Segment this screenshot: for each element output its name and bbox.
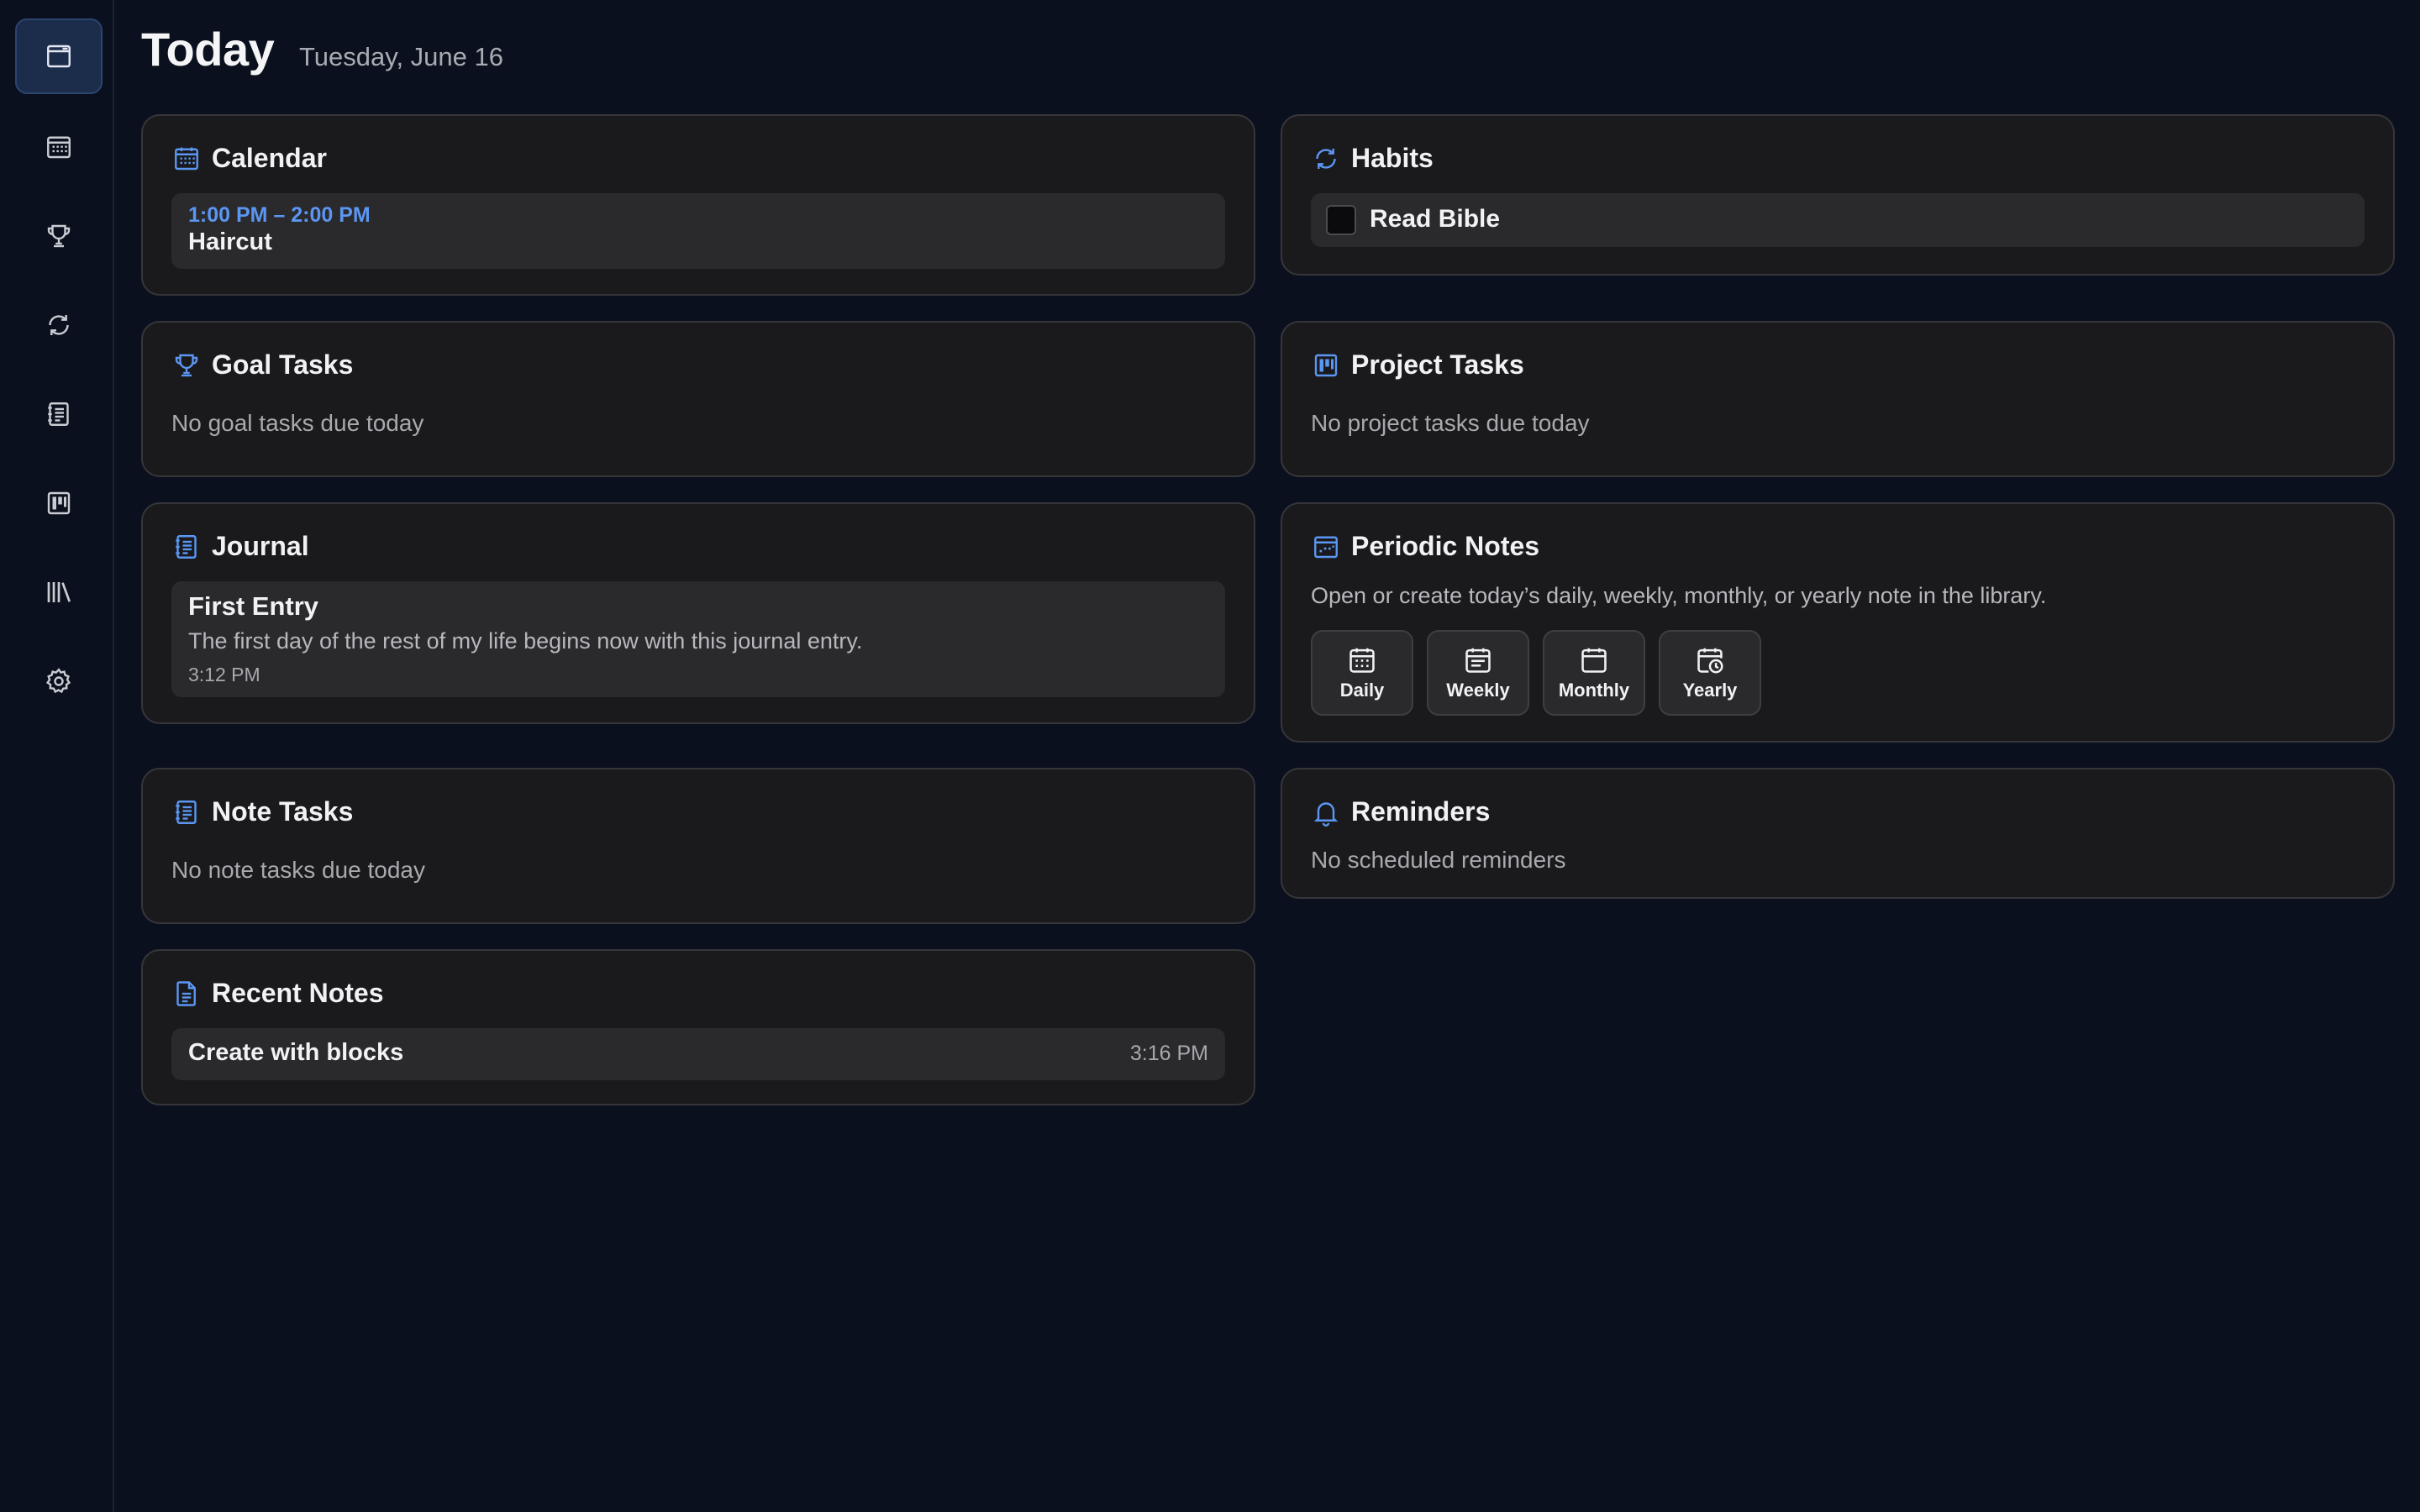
recent-notes-card: Recent Notes Create with blocks 3:16 PM bbox=[141, 949, 1255, 1105]
button-label: Daily bbox=[1339, 680, 1385, 701]
sidebar-item-journal[interactable] bbox=[15, 376, 103, 452]
recent-notes-card-header: Recent Notes bbox=[171, 978, 384, 1009]
sidebar-item-goals[interactable] bbox=[15, 198, 103, 274]
note-tasks-card: Note Tasks No note tasks due today bbox=[141, 768, 1255, 924]
daily-note-button[interactable]: Daily bbox=[1311, 630, 1413, 716]
yearly-note-button[interactable]: Yearly bbox=[1659, 630, 1761, 716]
calendar-month-icon bbox=[1581, 648, 1607, 673]
entry-time: 3:12 PM bbox=[188, 664, 260, 685]
habit-item[interactable]: Read Bible bbox=[1311, 193, 2365, 247]
journal-icon bbox=[176, 800, 197, 824]
reminders-card: Reminders No scheduled reminders bbox=[1281, 768, 2395, 899]
calendar-day-icon bbox=[1349, 648, 1375, 673]
event-name: Haircut bbox=[188, 228, 272, 255]
sidebar-item-library[interactable] bbox=[15, 554, 103, 630]
projects-icon bbox=[1314, 354, 1338, 376]
projects-icon bbox=[47, 491, 71, 515]
monthly-note-button[interactable]: Monthly bbox=[1543, 630, 1645, 716]
empty-state-text: No project tasks due today bbox=[1311, 410, 1590, 436]
card-title: Reminders bbox=[1351, 796, 1491, 827]
calendar-icon bbox=[175, 147, 198, 170]
today-icon bbox=[47, 45, 71, 68]
note-tasks-card-header: Note Tasks bbox=[171, 796, 353, 827]
card-title: Note Tasks bbox=[212, 796, 354, 827]
library-icon bbox=[47, 582, 71, 602]
sidebar-item-today[interactable] bbox=[15, 18, 103, 94]
card-title: Habits bbox=[1351, 143, 1434, 173]
empty-state-text: No note tasks due today bbox=[171, 857, 425, 883]
event-time: 1:00 PM – 2:00 PM bbox=[188, 203, 371, 227]
page-date: Tuesday, June 16 bbox=[299, 42, 503, 71]
recent-note-item[interactable]: Create with blocks 3:16 PM bbox=[171, 1028, 1225, 1080]
note-name: Create with blocks bbox=[188, 1039, 404, 1066]
document-icon bbox=[176, 980, 196, 1006]
empty-state-text: No goal tasks due today bbox=[171, 410, 424, 436]
entry-title: First Entry bbox=[188, 591, 319, 621]
card-title: Project Tasks bbox=[1351, 349, 1524, 380]
gear-icon bbox=[45, 668, 71, 694]
journal-icon bbox=[48, 402, 69, 426]
journal-card: Journal First Entry The first day of the… bbox=[141, 502, 1255, 724]
periodic-notes-card-header: Periodic Notes bbox=[1311, 531, 1539, 562]
sidebar-item-settings[interactable] bbox=[15, 643, 103, 719]
sidebar bbox=[0, 0, 114, 1512]
entry-body: The first day of the rest of my life beg… bbox=[188, 628, 863, 654]
habit-checkbox[interactable] bbox=[1326, 205, 1356, 235]
calendar-clock-icon bbox=[1697, 648, 1723, 674]
card-title: Journal bbox=[212, 531, 309, 561]
periodic-notes-buttons: Daily Weekly Monthly Yearly bbox=[1311, 630, 1761, 716]
trophy-icon bbox=[47, 224, 71, 248]
weekly-note-button[interactable]: Weekly bbox=[1427, 630, 1529, 716]
project-tasks-card: Project Tasks No project tasks due today bbox=[1281, 321, 2395, 477]
habits-icon bbox=[1316, 148, 1336, 169]
habits-icon bbox=[49, 315, 69, 335]
empty-state-text: No scheduled reminders bbox=[1311, 847, 1566, 873]
journal-icon bbox=[176, 534, 197, 559]
goal-tasks-card-header: Goal Tasks bbox=[171, 349, 353, 381]
page-title: Today bbox=[141, 23, 275, 76]
card-title: Goal Tasks bbox=[212, 349, 354, 380]
reminders-card-header: Reminders bbox=[1311, 796, 1490, 827]
calendar-card: Calendar 1:00 PM – 2:00 PM Haircut bbox=[141, 114, 1255, 296]
trophy-icon bbox=[175, 354, 198, 376]
periodic-notes-card: Periodic Notes Open or create today’s da… bbox=[1281, 502, 2395, 743]
sidebar-item-calendar[interactable] bbox=[15, 109, 103, 185]
bell-icon bbox=[1313, 801, 1339, 827]
button-label: Weekly bbox=[1446, 680, 1510, 701]
card-title: Calendar bbox=[212, 143, 327, 173]
calendar-icon bbox=[47, 136, 71, 159]
periodic-notes-icon bbox=[1314, 536, 1338, 558]
journal-card-header: Journal bbox=[171, 531, 309, 562]
journal-entry[interactable]: First Entry The first day of the rest of… bbox=[171, 581, 1225, 697]
sidebar-item-projects[interactable] bbox=[15, 465, 103, 541]
periodic-notes-description: Open or create today’s daily, weekly, mo… bbox=[1311, 583, 2047, 608]
card-title: Recent Notes bbox=[212, 978, 384, 1008]
habits-card-header: Habits bbox=[1311, 143, 1434, 174]
habits-card: Habits Read Bible bbox=[1281, 114, 2395, 276]
calendar-event[interactable]: 1:00 PM – 2:00 PM Haircut bbox=[171, 193, 1225, 269]
goal-tasks-card: Goal Tasks No goal tasks due today bbox=[141, 321, 1255, 477]
card-title: Periodic Notes bbox=[1351, 531, 1540, 561]
button-label: Yearly bbox=[1682, 680, 1738, 701]
project-tasks-card-header: Project Tasks bbox=[1311, 349, 1524, 381]
calendar-week-icon bbox=[1465, 648, 1491, 673]
calendar-card-header: Calendar bbox=[171, 143, 327, 174]
habit-label: Read Bible bbox=[1370, 205, 1501, 233]
note-time: 3:16 PM bbox=[1129, 1042, 1208, 1065]
button-label: Monthly bbox=[1558, 680, 1630, 701]
sidebar-item-habits[interactable] bbox=[15, 287, 103, 363]
